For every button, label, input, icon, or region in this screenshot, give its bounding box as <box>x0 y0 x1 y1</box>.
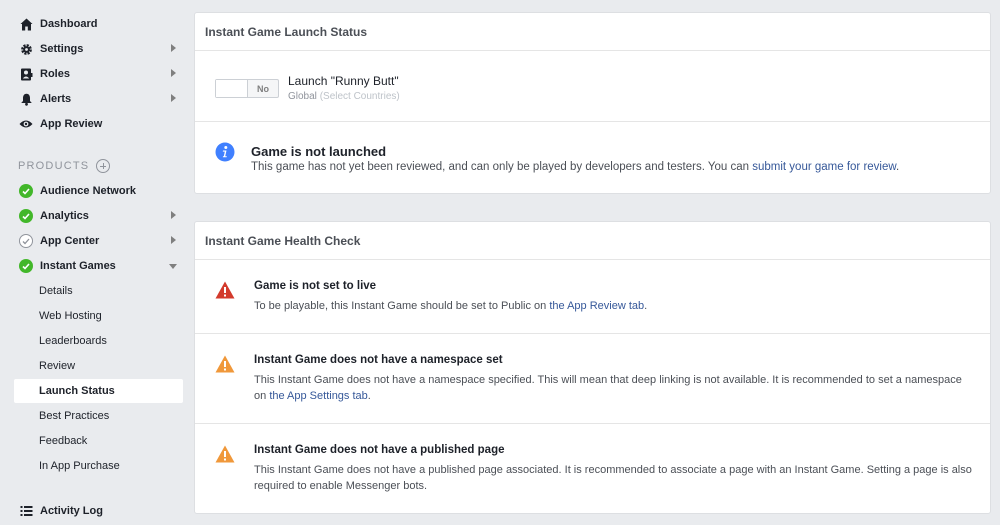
launch-toggle-row: No Launch "Runny Butt" Global (Select Co… <box>195 51 990 122</box>
health-check-item-text: To be playable, this Instant Game should… <box>254 298 974 314</box>
health-check-item-title: Instant Game does not have a namespace s… <box>254 354 503 366</box>
sidebar-item-label: Activity Log <box>40 505 103 517</box>
sidebar-item-app-review[interactable]: App Review <box>14 112 184 136</box>
launch-scope: Global (Select Countries) <box>288 91 400 102</box>
health-check-item-title: Instant Game does not have a published p… <box>254 444 505 456</box>
sidebar-item-roles[interactable]: Roles <box>14 62 184 86</box>
chevron-right-icon <box>171 94 176 102</box>
launch-info-text: This game has not yet been reviewed, and… <box>251 161 899 173</box>
eye-icon <box>18 116 34 132</box>
roles-icon <box>18 66 34 82</box>
health-check-title: Instant Game Health Check <box>195 222 990 260</box>
health-check-item-title: Game is not set to live <box>254 280 377 292</box>
health-check-item-end: . <box>367 390 371 402</box>
check-icon <box>18 258 34 274</box>
sidebar-item-app-center[interactable]: App Center <box>14 229 184 253</box>
health-check-item: Instant Game does not have a published p… <box>195 424 990 512</box>
home-icon <box>18 16 34 32</box>
chevron-right-icon <box>171 44 176 52</box>
sidebar-subitem-best-practices[interactable]: Best Practices <box>14 404 183 428</box>
chevron-down-icon <box>169 264 177 269</box>
sidebar-item-activity-log[interactable]: Activity Log <box>14 499 184 523</box>
sidebar-subitem-leaderboards[interactable]: Leaderboards <box>14 329 183 353</box>
launch-info-row: Game is not launched This game has not y… <box>195 122 990 193</box>
sidebar-item-instant-games[interactable]: Instant Games <box>14 254 184 278</box>
sidebar-subitem-review[interactable]: Review <box>14 354 183 378</box>
chevron-right-icon <box>171 69 176 77</box>
launch-status-title: Instant Game Launch Status <box>195 13 990 51</box>
health-check-card: Instant Game Health Check Game is not se… <box>194 221 991 514</box>
app-settings-tab-link[interactable]: the App Settings tab <box>269 390 367 402</box>
sidebar-item-label: App Review <box>40 118 103 130</box>
bell-icon <box>18 91 34 107</box>
sidebar-item-label: Roles <box>40 68 70 80</box>
launch-info-end: . <box>896 161 900 173</box>
info-icon <box>215 142 235 167</box>
list-icon <box>18 503 34 519</box>
sidebar-item-label: Analytics <box>40 210 89 222</box>
sidebar-item-dashboard[interactable]: Dashboard <box>14 12 184 36</box>
add-product-icon[interactable] <box>96 159 111 173</box>
health-check-item-end: . <box>644 300 648 312</box>
sidebar-item-label: Instant Games <box>40 260 116 272</box>
sidebar-subitem-details[interactable]: Details <box>14 279 183 303</box>
error-icon <box>215 281 235 304</box>
select-countries-link[interactable]: (Select Countries) <box>320 91 400 102</box>
sidebar-item-audience-network[interactable]: Audience Network <box>14 179 184 203</box>
health-check-item: Instant Game does not have a namespace s… <box>195 334 990 424</box>
launch-scope-value: Global <box>288 91 317 102</box>
sidebar-item-alerts[interactable]: Alerts <box>14 87 184 111</box>
health-check-item: Game is not set to live To be playable, … <box>195 260 990 334</box>
warning-icon <box>215 445 235 468</box>
sidebar-item-label: Audience Network <box>40 185 136 197</box>
health-check-item-body: This Instant Game does not have a publis… <box>254 464 972 492</box>
sidebar-item-label: Dashboard <box>40 18 98 30</box>
launch-game-name: Launch "Runny Butt" <box>288 74 399 88</box>
sidebar-item-label: Settings <box>40 43 84 55</box>
sidebar: Dashboard Settings Roles Alerts App Revi… <box>0 0 192 525</box>
gear-icon <box>18 41 34 57</box>
launch-info-body: This game has not yet been reviewed, and… <box>251 161 750 173</box>
sidebar-subitem-launch-status[interactable]: Launch Status <box>14 379 183 403</box>
products-header: PRODUCTS <box>18 158 111 174</box>
health-check-item-body: To be playable, this Instant Game should… <box>254 300 547 312</box>
check-icon <box>18 208 34 224</box>
launch-info-title: Game is not launched <box>251 144 387 159</box>
products-label: PRODUCTS <box>18 160 90 172</box>
warning-icon <box>215 355 235 378</box>
launch-toggle[interactable]: No <box>215 79 279 98</box>
chevron-right-icon <box>171 211 176 219</box>
sidebar-subitem-in-app-purchase[interactable]: In App Purchase <box>14 454 183 478</box>
app-review-tab-link[interactable]: the App Review tab <box>549 300 644 312</box>
chevron-right-icon <box>171 236 176 244</box>
sidebar-subitem-web-hosting[interactable]: Web Hosting <box>14 304 183 328</box>
sidebar-item-label: App Center <box>40 235 100 247</box>
sidebar-item-analytics[interactable]: Analytics <box>14 204 184 228</box>
check-outline-icon <box>18 233 34 249</box>
toggle-state-label: No <box>257 83 269 94</box>
sidebar-item-settings[interactable]: Settings <box>14 37 184 61</box>
sidebar-subitem-feedback[interactable]: Feedback <box>14 429 183 453</box>
health-check-item-text: This Instant Game does not have a publis… <box>254 462 974 494</box>
check-icon <box>18 183 34 199</box>
toggle-track <box>216 80 248 97</box>
sidebar-item-label: Alerts <box>40 93 72 105</box>
launch-status-card: Instant Game Launch Status No Launch "Ru… <box>194 12 991 194</box>
health-check-item-text: This Instant Game does not have a namesp… <box>254 372 974 404</box>
submit-for-review-link[interactable]: submit your game for review <box>752 161 896 173</box>
